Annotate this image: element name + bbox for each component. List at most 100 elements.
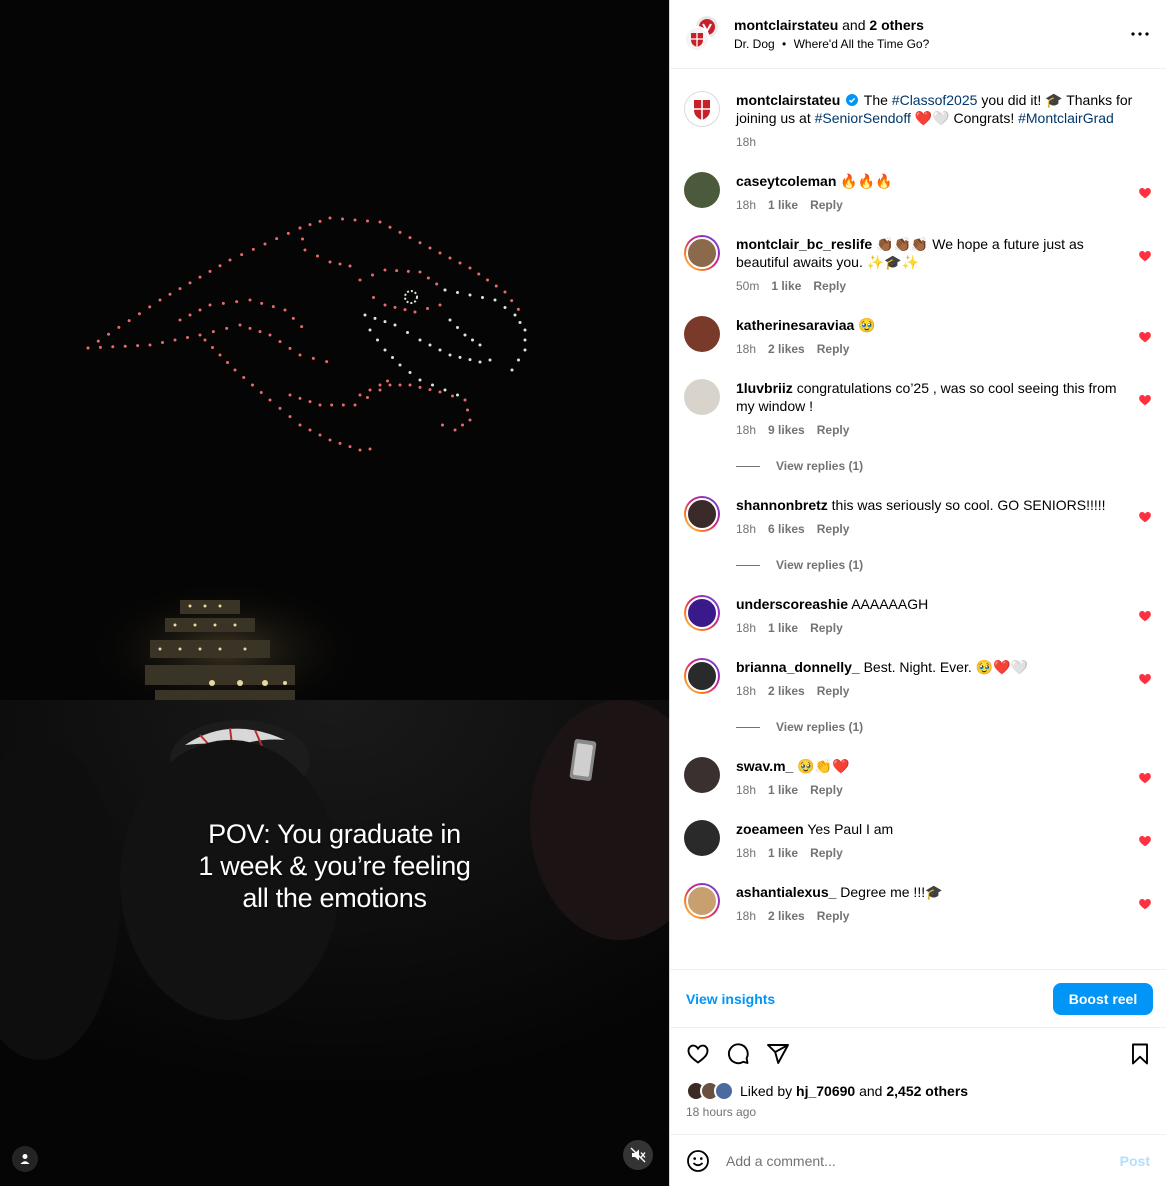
- drone-light: [383, 268, 387, 272]
- comment-liked-heart-icon[interactable]: [1138, 510, 1152, 524]
- avatar[interactable]: [684, 172, 720, 208]
- comment-username[interactable]: swav.m_: [736, 758, 793, 774]
- mute-button[interactable]: [623, 1140, 653, 1170]
- comment-reply-button[interactable]: Reply: [810, 621, 843, 635]
- comment-likes[interactable]: 1 like: [768, 621, 798, 635]
- comment-reply-button[interactable]: Reply: [817, 423, 850, 437]
- header-others[interactable]: 2 others: [869, 17, 923, 33]
- likes-summary[interactable]: Liked by hj_70690 and 2,452 others: [686, 1081, 1152, 1101]
- view-insights-link[interactable]: View insights: [686, 991, 775, 1007]
- drone-light: [378, 383, 382, 387]
- comment-likes[interactable]: 2 likes: [768, 909, 805, 923]
- comment-likes[interactable]: 9 likes: [768, 423, 805, 437]
- comment-liked-heart-icon[interactable]: [1138, 393, 1152, 407]
- comment-username[interactable]: caseytcoleman: [736, 173, 836, 189]
- drone-light: [373, 316, 377, 320]
- comment-reply-button[interactable]: Reply: [817, 342, 850, 356]
- drone-light: [383, 303, 387, 307]
- comment-username[interactable]: ashantialexus_: [736, 884, 836, 900]
- comment-reply-button[interactable]: Reply: [813, 279, 846, 293]
- drone-light: [203, 338, 207, 342]
- comment-row: 1luvbriiz congratulations co’25 , was so…: [684, 379, 1152, 437]
- comment-liked-heart-icon[interactable]: [1138, 249, 1152, 263]
- view-replies-button[interactable]: View replies (1): [736, 459, 1152, 473]
- audio-title[interactable]: Where'd All the Time Go?: [794, 37, 930, 51]
- comment-likes[interactable]: 1 like: [768, 198, 798, 212]
- header-account-name[interactable]: montclairstateu: [734, 17, 838, 33]
- avatar[interactable]: [684, 379, 720, 415]
- drone-light: [418, 338, 422, 342]
- avatar[interactable]: [684, 496, 720, 532]
- comment-username[interactable]: montclair_bc_reslife: [736, 236, 872, 252]
- share-icon[interactable]: [766, 1042, 790, 1066]
- tagged-users-button[interactable]: [12, 1146, 38, 1172]
- drone-light: [481, 296, 484, 299]
- comment-likes[interactable]: 1 like: [768, 846, 798, 860]
- avatar[interactable]: [684, 883, 720, 919]
- comment-liked-heart-icon[interactable]: [1138, 672, 1152, 686]
- comment-username[interactable]: katherinesaraviaa: [736, 317, 854, 333]
- avatar[interactable]: [684, 820, 720, 856]
- drone-light: [311, 356, 315, 360]
- hashtag-montclairgrad[interactable]: #MontclairGrad: [1018, 110, 1114, 126]
- drone-light: [438, 348, 442, 352]
- comment-username[interactable]: shannonbretz: [736, 497, 828, 513]
- hashtag-seniorsendoff[interactable]: #SeniorSendoff: [815, 110, 911, 126]
- drone-light: [471, 338, 474, 342]
- boost-reel-button[interactable]: Boost reel: [1053, 982, 1153, 1015]
- comment-icon[interactable]: [726, 1042, 750, 1066]
- comment-reply-button[interactable]: Reply: [817, 684, 850, 698]
- hashtag-classof2025[interactable]: #Classof2025: [892, 92, 978, 108]
- comment-likes[interactable]: 2 likes: [768, 342, 805, 356]
- avatar[interactable]: [684, 235, 720, 271]
- comment-input[interactable]: Add a comment...: [726, 1153, 1120, 1169]
- drone-light: [503, 290, 507, 294]
- reel-video[interactable]: POV: You graduate in 1 week & you’re fee…: [0, 0, 669, 1186]
- comment-reply-button[interactable]: Reply: [810, 846, 843, 860]
- audio-artist[interactable]: Dr. Dog: [734, 37, 775, 51]
- drone-light: [208, 303, 212, 307]
- comment-likes[interactable]: 2 likes: [768, 684, 805, 698]
- comment-username[interactable]: zoeameen: [736, 821, 804, 837]
- view-replies-button[interactable]: View replies (1): [736, 720, 1152, 734]
- liked-by-user[interactable]: hj_70690: [796, 1083, 855, 1099]
- comment-liked-heart-icon[interactable]: [1138, 771, 1152, 785]
- comment-likes[interactable]: 6 likes: [768, 522, 805, 536]
- comment-reply-button[interactable]: Reply: [810, 198, 843, 212]
- view-replies-button[interactable]: View replies (1): [736, 558, 1152, 572]
- comment-liked-heart-icon[interactable]: [1138, 609, 1152, 623]
- comment-likes[interactable]: 1 like: [768, 783, 798, 797]
- emoji-icon[interactable]: [686, 1149, 710, 1173]
- comment-reply-button[interactable]: Reply: [817, 522, 850, 536]
- comment-username[interactable]: brianna_donnelly_: [736, 659, 860, 675]
- likes-count[interactable]: 2,452 others: [886, 1083, 968, 1099]
- comment-likes[interactable]: 1 like: [771, 279, 801, 293]
- caption-username[interactable]: montclairstateu: [736, 92, 840, 108]
- comment-username[interactable]: 1luvbriiz: [736, 380, 793, 396]
- save-bookmark-icon[interactable]: [1128, 1042, 1152, 1066]
- collab-avatars[interactable]: [684, 14, 722, 54]
- drone-light: [127, 319, 131, 323]
- like-heart-icon[interactable]: [686, 1042, 710, 1066]
- avatar[interactable]: [684, 757, 720, 793]
- drone-light: [386, 379, 389, 383]
- comments-list[interactable]: montclairstateu The #Classof2025 you did…: [670, 69, 1166, 969]
- comment-liked-heart-icon[interactable]: [1138, 330, 1152, 344]
- caption-time: 18h: [736, 135, 757, 149]
- drone-light: [300, 325, 304, 329]
- post-comment-button[interactable]: Post: [1120, 1153, 1150, 1169]
- comment-username[interactable]: underscoreashie: [736, 596, 848, 612]
- drone-light: [383, 320, 387, 324]
- more-options-button[interactable]: [1128, 22, 1152, 46]
- comment-reply-button[interactable]: Reply: [817, 909, 850, 923]
- drone-light: [259, 391, 263, 394]
- avatar[interactable]: [684, 91, 720, 127]
- comment-liked-heart-icon[interactable]: [1138, 897, 1152, 911]
- avatar[interactable]: [684, 595, 720, 631]
- avatar[interactable]: [684, 316, 720, 352]
- comment-reply-button[interactable]: Reply: [810, 783, 843, 797]
- comment-liked-heart-icon[interactable]: [1138, 186, 1152, 200]
- comment-liked-heart-icon[interactable]: [1138, 834, 1152, 848]
- comment-text: 🔥🔥🔥: [840, 173, 893, 189]
- avatar[interactable]: [684, 658, 720, 694]
